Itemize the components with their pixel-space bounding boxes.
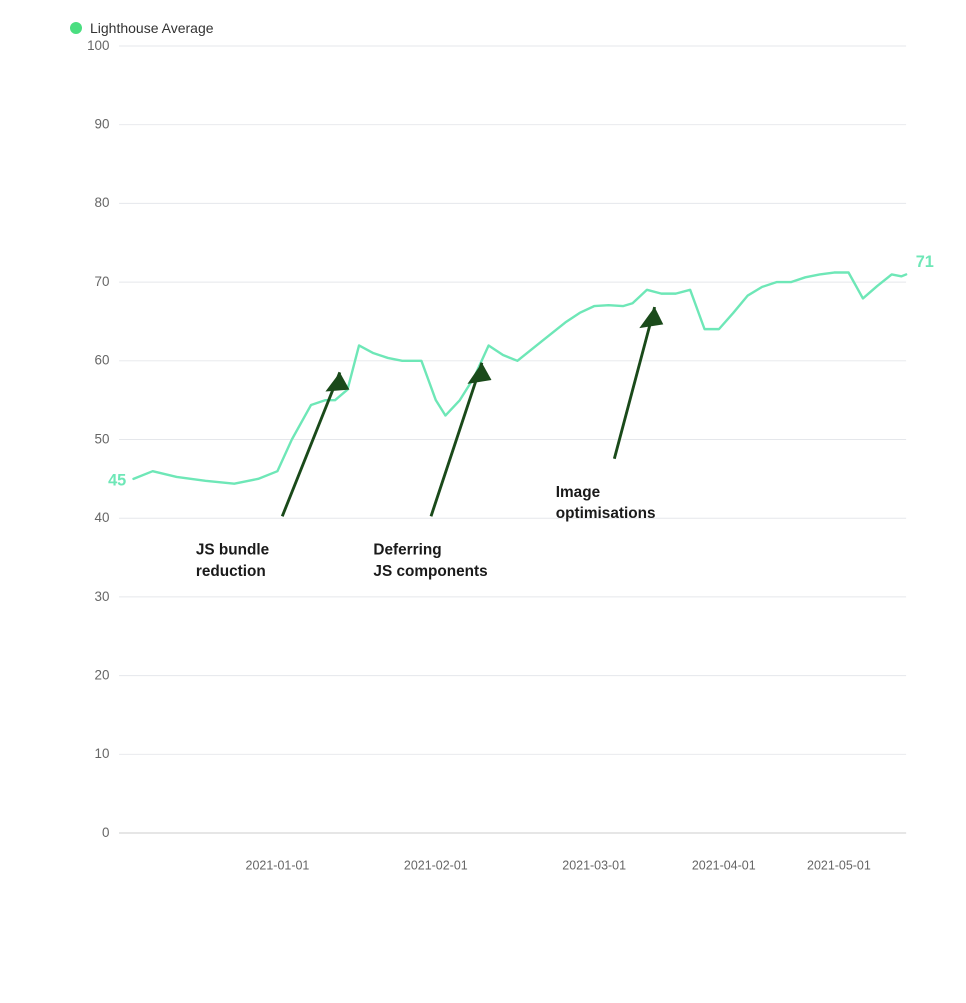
- svg-text:10: 10: [95, 746, 110, 761]
- chart-container: Lighthouse Average 0 10 20 30 40 50: [0, 0, 966, 1003]
- svg-text:2021-04-01: 2021-04-01: [692, 858, 756, 872]
- svg-text:2021-02-01: 2021-02-01: [404, 858, 468, 872]
- svg-text:50: 50: [95, 431, 110, 446]
- svg-text:90: 90: [95, 117, 110, 132]
- svg-text:2021-01-01: 2021-01-01: [246, 858, 310, 872]
- svg-text:30: 30: [95, 589, 110, 604]
- legend-dot: [70, 22, 82, 34]
- end-value-label: 71: [916, 253, 934, 271]
- chart-svg: 0 10 20 30 40 50 60 70 80 90 100 2021-01…: [60, 46, 946, 929]
- svg-text:2021-05-01: 2021-05-01: [807, 858, 871, 872]
- start-value-label: 45: [108, 472, 126, 490]
- annotation-image-opt: Image optimisations: [556, 484, 656, 522]
- chart-legend: Lighthouse Average: [60, 20, 946, 36]
- arrow-image-opt: [639, 307, 663, 328]
- chart-line: [133, 273, 906, 484]
- svg-text:70: 70: [95, 274, 110, 289]
- svg-text:2021-03-01: 2021-03-01: [562, 858, 626, 872]
- annotation-js-bundle: JS bundle reduction: [196, 542, 274, 580]
- annotation-deferring-js: Deferring JS components: [373, 542, 487, 580]
- chart-area: 0 10 20 30 40 50 60 70 80 90 100 2021-01…: [60, 46, 946, 929]
- svg-text:100: 100: [87, 38, 109, 53]
- svg-text:0: 0: [102, 825, 109, 840]
- svg-text:40: 40: [95, 510, 110, 525]
- legend-label: Lighthouse Average: [90, 20, 214, 36]
- svg-text:60: 60: [95, 353, 110, 368]
- svg-text:80: 80: [95, 195, 110, 210]
- svg-text:20: 20: [95, 667, 110, 682]
